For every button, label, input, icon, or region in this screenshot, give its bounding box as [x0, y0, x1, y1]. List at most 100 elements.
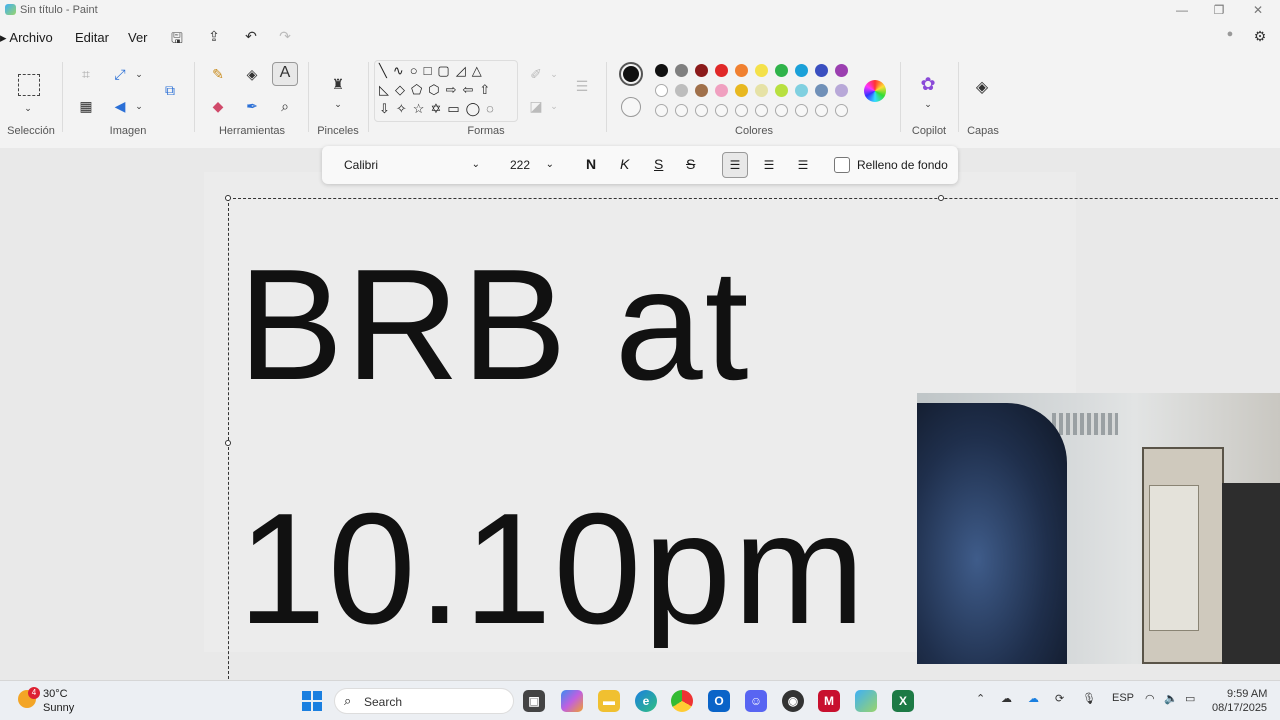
color-swatch[interactable] — [655, 84, 668, 97]
obs-icon[interactable]: ◉ — [782, 690, 804, 712]
chevron-down-icon[interactable]: ⌄ — [918, 94, 938, 114]
menu-editar[interactable]: Editar — [75, 30, 109, 45]
show-hidden-icons-chevron-icon[interactable]: ⌃ — [976, 692, 985, 705]
magnifier-icon[interactable]: ⌕ — [275, 96, 295, 116]
account-icon[interactable]: ● — [1219, 28, 1241, 46]
edit-colors-icon[interactable] — [864, 80, 886, 102]
color-swatch[interactable] — [675, 64, 688, 77]
start-windows-icon[interactable] — [302, 691, 322, 711]
chevron-down-icon[interactable]: ⌄ — [544, 96, 564, 116]
close-button[interactable]: ✕ — [1248, 2, 1268, 18]
strikethrough-button[interactable]: S — [686, 156, 695, 172]
battery-icon[interactable]: ▭ — [1185, 692, 1195, 705]
custom-color-slot[interactable] — [655, 104, 668, 117]
undo-icon[interactable]: ↶ — [240, 28, 262, 46]
color-swatch[interactable] — [755, 64, 768, 77]
image-effects-icon[interactable]: ▦ — [76, 96, 96, 116]
mcafee-icon[interactable]: M — [818, 690, 840, 712]
input-language[interactable]: ESP — [1112, 692, 1134, 704]
rotate-icon[interactable]: ◀ — [110, 96, 130, 116]
weather-description[interactable]: Sunny — [43, 702, 74, 714]
clock-date[interactable]: 08/17/2025 — [1212, 702, 1267, 714]
align-right-button[interactable]: ☰ — [790, 152, 816, 178]
layers-icon[interactable]: ◈ — [972, 78, 992, 98]
text-tool-icon[interactable]: A — [272, 62, 298, 86]
excel-icon[interactable]: X — [892, 690, 914, 712]
color-swatch[interactable] — [695, 64, 708, 77]
custom-color-slot[interactable] — [695, 104, 708, 117]
shape-fill-icon[interactable]: ◪ — [526, 96, 546, 116]
color-swatch[interactable] — [735, 84, 748, 97]
eraser-icon[interactable]: ◆ — [208, 96, 228, 116]
volume-icon[interactable]: 🔈 — [1164, 692, 1178, 705]
outlook-icon[interactable]: O — [708, 690, 730, 712]
color-swatch[interactable] — [675, 84, 688, 97]
task-view-icon[interactable]: ▣ — [523, 690, 545, 712]
minimize-button[interactable]: — — [1172, 2, 1192, 18]
color-swatch[interactable] — [835, 84, 848, 97]
color-swatch[interactable] — [815, 84, 828, 97]
font-size-dropdown[interactable]: 222 ⌄ — [500, 153, 562, 177]
microphone-icon[interactable]: 🎙 — [1082, 692, 1096, 705]
wifi-icon[interactable]: ◠ — [1145, 692, 1155, 705]
chevron-down-icon[interactable]: ⌄ — [129, 64, 149, 84]
custom-color-slot[interactable] — [815, 104, 828, 117]
settings-gear-icon[interactable]: ⚙ — [1249, 28, 1271, 46]
background-fill-checkbox[interactable] — [834, 157, 850, 173]
redo-icon[interactable]: ↷ — [274, 28, 296, 46]
resize-handle[interactable] — [938, 195, 944, 201]
discord-icon[interactable]: ☺ — [745, 690, 767, 712]
chrome-icon[interactable] — [671, 690, 693, 712]
pencil-icon[interactable]: ✎ — [208, 64, 228, 84]
color-swatch[interactable] — [715, 64, 728, 77]
color-swatch[interactable] — [755, 84, 768, 97]
custom-color-slot[interactable] — [675, 104, 688, 117]
bold-button[interactable]: N — [586, 156, 596, 172]
line-size-icon[interactable]: ☰ — [572, 76, 592, 96]
image-creator-icon[interactable]: ⧉ — [160, 80, 180, 100]
copilot-icon[interactable]: ✿ — [918, 74, 938, 94]
paint-taskbar-icon[interactable] — [855, 690, 877, 712]
custom-color-slot[interactable] — [795, 104, 808, 117]
share-icon[interactable]: ⇪ — [203, 28, 225, 46]
align-left-button[interactable]: ☰ — [722, 152, 748, 178]
chevron-down-icon[interactable]: ⌄ — [544, 64, 564, 84]
secondary-color[interactable] — [621, 97, 641, 117]
selection-tool-icon[interactable] — [18, 74, 40, 96]
color-swatch[interactable] — [835, 64, 848, 77]
resize-handle[interactable] — [225, 440, 231, 446]
align-center-button[interactable]: ☰ — [756, 152, 782, 178]
menu-archivo[interactable]: ▸ Archivo — [0, 30, 53, 46]
custom-color-slot[interactable] — [775, 104, 788, 117]
custom-color-slot[interactable] — [755, 104, 768, 117]
crop-icon[interactable]: ⌗ — [76, 64, 96, 84]
color-swatch[interactable] — [715, 84, 728, 97]
edge-browser-icon[interactable]: e — [635, 690, 657, 712]
color-swatch[interactable] — [815, 64, 828, 77]
color-swatch[interactable] — [795, 64, 808, 77]
shape-outline-icon[interactable]: ✐ — [526, 64, 546, 84]
color-swatch[interactable] — [695, 84, 708, 97]
cloud-icon[interactable]: ☁ — [1001, 692, 1012, 705]
chevron-down-icon[interactable]: ⌄ — [18, 98, 38, 118]
italic-button[interactable]: K — [620, 156, 629, 172]
brush-icon[interactable]: ♜ — [328, 74, 348, 94]
chevron-down-icon[interactable]: ⌄ — [129, 96, 149, 116]
fill-bucket-icon[interactable]: ◈ — [242, 64, 262, 84]
chevron-down-icon[interactable]: ⌄ — [328, 94, 348, 114]
menu-ver[interactable]: Ver — [128, 30, 148, 45]
maximize-button[interactable]: ❐ — [1209, 2, 1229, 18]
color-swatch[interactable] — [775, 84, 788, 97]
clock-time[interactable]: 9:59 AM — [1227, 688, 1267, 700]
color-swatch[interactable] — [775, 64, 788, 77]
resize-handle[interactable] — [225, 195, 231, 201]
sync-icon[interactable]: ⟳ — [1055, 692, 1064, 705]
onedrive-icon[interactable]: ☁ — [1028, 692, 1039, 705]
save-icon[interactable]: 🖫 — [166, 28, 188, 46]
underline-button[interactable]: S — [654, 156, 663, 172]
primary-color[interactable] — [619, 62, 643, 86]
taskbar-search-box[interactable]: ⌕ Search — [334, 688, 514, 714]
color-swatch[interactable] — [735, 64, 748, 77]
weather-temperature[interactable]: 30°C — [43, 688, 68, 700]
shapes-gallery[interactable]: ╲∿○□▢◿△ ◺◇⬠⬡⇨⇦⇧ ⇩✧☆✡▭◯◌ — [374, 60, 518, 122]
